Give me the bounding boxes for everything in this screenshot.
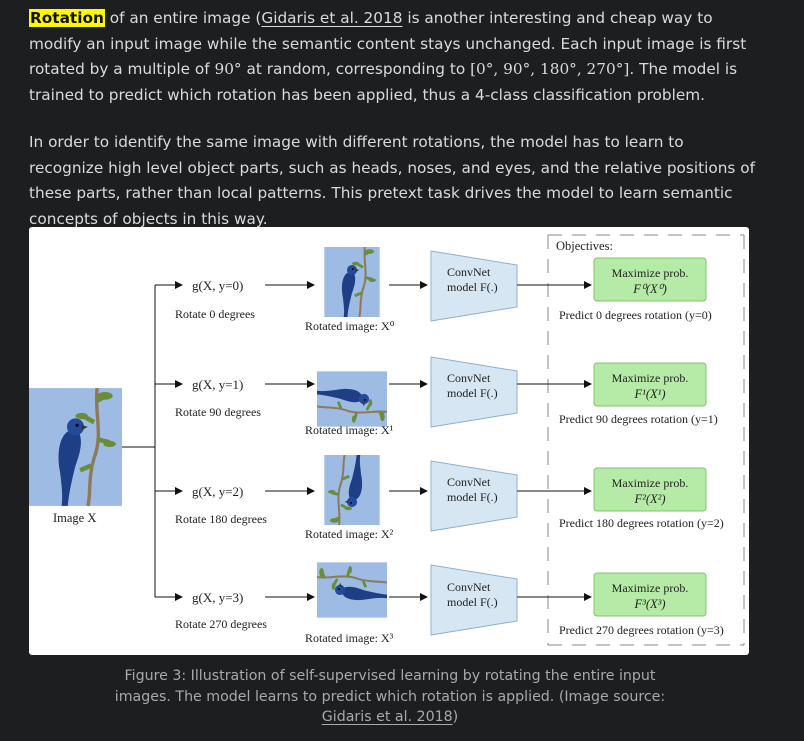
convnet-model-0: model F(.) [447,280,498,294]
rotate-label-3: Rotate 270 degrees [175,617,267,631]
convnet-model-2: model F(.) [447,490,498,504]
convnet-title-0: ConvNet [447,265,491,279]
objective-prob-0: F⁰(X⁰) [632,282,667,296]
convnet-title-3: ConvNet [447,580,491,594]
objective-prob-1: F¹(X¹) [633,387,665,401]
rotate-label-0: Rotate 0 degrees [175,307,255,321]
predict-label-0: Predict 0 degrees rotation (y=0) [559,308,712,322]
g-function-1: g(X, y=1) [192,377,243,392]
branch-connector [122,281,183,601]
figure-caption: Figure 3: Illustration of self-supervise… [114,668,666,725]
convnet-model-1: model F(.) [447,386,498,400]
rotated-label-0: Rotated image: X⁰ [305,319,395,333]
math-set: [0°, 90°, 180°, 270°] [470,60,630,79]
convnet-model-3: model F(.) [447,595,498,609]
objective-title-0: Maximize prob. [612,266,689,280]
objective-prob-2: F²(X²) [633,492,665,506]
convnet-title-1: ConvNet [447,371,491,385]
objective-prob-3: F³(X³) [633,597,665,611]
rotated-label-3: Rotated image: X³ [305,631,394,645]
input-label: Image X [53,511,96,525]
rotated-image-1 [317,369,387,429]
input-image [29,388,122,506]
row-rotation-270: g(X, y=3) Rotate 270 degrees Rotated ima… [175,560,724,645]
row-rotation-0: g(X, y=0) Rotate 0 degrees Rotated image… [175,247,712,333]
caption-citation-link[interactable]: Gidaris et al. 2018 [322,709,453,725]
objectives-title: Objectives: [556,239,613,253]
objective-title-1: Maximize prob. [612,371,689,385]
rotated-label-1: Rotated image: X¹ [305,423,394,437]
paragraph-pretext: In order to identify the same image with… [29,133,756,228]
convnet-title-2: ConvNet [447,475,491,489]
g-function-0: g(X, y=0) [192,278,243,293]
rotation-figure: Image X Objectives: g(X, y=0) Rotate 0 d… [29,227,749,655]
g-function-2: g(X, y=2) [192,484,243,499]
highlight-term: Rotation [29,9,105,27]
row-rotation-180: g(X, y=2) Rotate 180 degrees Rotated ima… [175,455,724,541]
g-function-3: g(X, y=3) [192,590,243,605]
objective-title-2: Maximize prob. [612,476,689,490]
objective-title-3: Maximize prob. [612,581,689,595]
rotate-label-1: Rotate 90 degrees [175,405,261,419]
predict-label-2: Predict 180 degrees rotation (y=2) [559,516,724,530]
predict-label-1: Predict 90 degrees rotation (y=1) [559,412,718,426]
rotated-image-0 [322,247,382,317]
rotated-label-2: Rotated image: X² [305,527,394,541]
predict-label-3: Predict 270 degrees rotation (y=3) [559,623,724,637]
rotate-label-2: Rotate 180 degrees [175,512,267,526]
paragraph-rotation: Rotation of an entire image (Gidaris et … [29,9,747,104]
rotated-image-3 [317,560,387,620]
citation-link[interactable]: Gidaris et al. 2018 [261,9,402,27]
row-rotation-90: g(X, y=1) Rotate 90 degrees Rotated imag… [175,356,718,437]
math-angle: 90° [214,60,242,79]
rotation-diagram: Image X Objectives: g(X, y=0) Rotate 0 d… [29,234,745,646]
rotated-image-2 [322,455,382,525]
